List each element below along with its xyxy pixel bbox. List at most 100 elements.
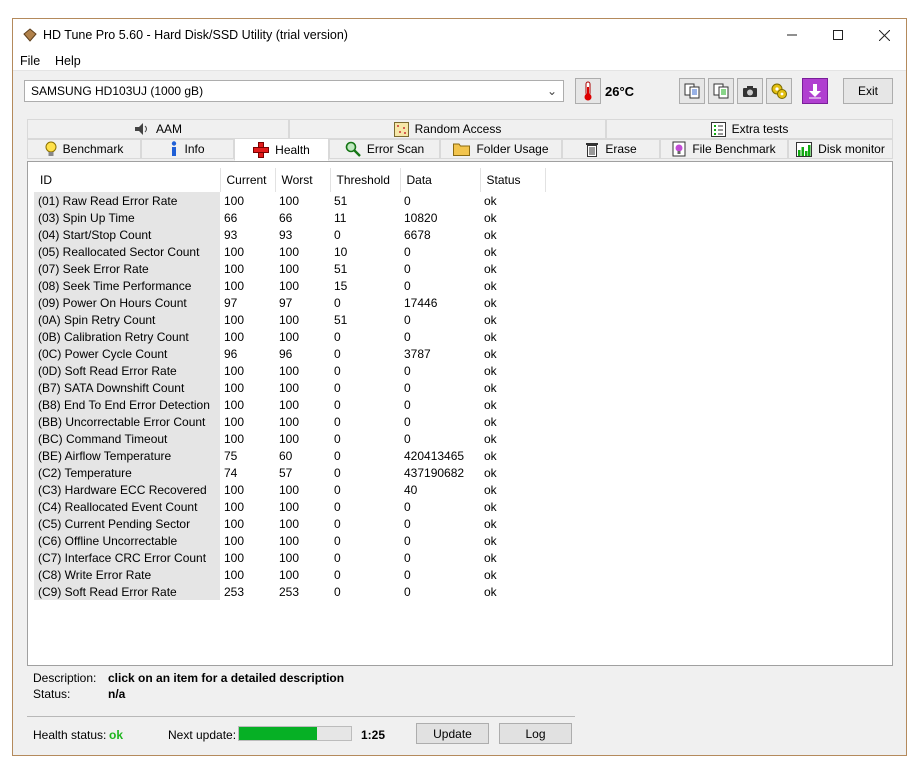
exit-button[interactable]: Exit [843,78,893,104]
copy-icon [684,83,700,99]
table-row[interactable]: (C8) Write Error Rate 100 100 0 0 ok [34,566,545,583]
cell-current: 74 [224,465,238,480]
table-row[interactable]: (C6) Offline Uncorrectable 100 100 0 0 ok [34,532,545,549]
cell-current: 66 [224,210,238,225]
tab-disk-monitor[interactable]: Disk monitor [788,139,893,159]
column-header-status[interactable]: Status [480,168,546,192]
gears-icon [771,83,787,99]
tab-extra-tests[interactable]: Extra tests [606,119,893,139]
cell-id: (09) Power On Hours Count [34,294,220,311]
app-icon [23,28,37,42]
table-row[interactable]: (05) Reallocated Sector Count 100 100 10 0 ok [34,243,545,260]
table-row[interactable]: (09) Power On Hours Count 97 97 0 17446 ok [34,294,545,311]
menu-file[interactable]: File [20,54,40,68]
title-bar[interactable]: HD Tune Pro 5.60 - Hard Disk/SSD Utility… [13,19,906,51]
tab-file-benchmark[interactable]: File Benchmark [660,139,788,159]
smart-table[interactable]: ID Current Worst Threshold Data Status (… [34,168,546,600]
column-header-data[interactable]: Data [400,168,481,192]
column-header-current[interactable]: Current [220,168,276,192]
column-header-threshold[interactable]: Threshold [330,168,401,192]
table-row[interactable]: (08) Seek Time Performance 100 100 15 0 ok [34,277,545,294]
cell-threshold: 51 [334,312,348,327]
table-row[interactable]: (07) Seek Error Rate 100 100 51 0 ok [34,260,545,277]
menu-help[interactable]: Help [55,54,81,68]
cell-status: ok [484,516,497,531]
table-row[interactable]: (C2) Temperature 74 57 0 437190682 ok [34,464,545,481]
drive-dropdown-value: SAMSUNG HD103UJ (1000 gB) [31,84,204,98]
bulb-icon [45,141,57,156]
cell-current: 100 [224,312,245,327]
cell-worst: 100 [279,312,300,327]
toolbar: SAMSUNG HD103UJ (1000 gB) ⌄ 26°C Exit [13,72,906,112]
cell-data: 0 [404,550,411,565]
cell-id: (03) Spin Up Time [34,209,220,226]
close-button[interactable] [861,19,907,51]
table-row[interactable]: (C4) Reallocated Event Count 100 100 0 0 ok [34,498,545,515]
column-header-id[interactable]: ID [34,168,221,192]
table-row[interactable]: (BE) Airflow Temperature 75 60 0 420413465 ok [34,447,545,464]
copy-info-button[interactable] [679,78,705,104]
tab-benchmark[interactable]: Benchmark [27,139,141,159]
table-header-row: ID Current Worst Threshold Data Status [34,168,546,192]
table-row[interactable]: (0A) Spin Retry Count 100 100 51 0 ok [34,311,545,328]
tab-erase[interactable]: Erase [562,139,660,159]
cell-data: 0 [404,193,411,208]
save-button[interactable] [802,78,828,104]
cell-id: (0A) Spin Retry Count [34,311,220,328]
table-row[interactable]: (C3) Hardware ECC Recovered 100 100 0 40 ok [34,481,545,498]
table-row[interactable]: (C9) Soft Read Error Rate 253 253 0 0 ok [34,583,545,600]
tab-error-scan[interactable]: Error Scan [329,139,440,159]
minimize-button[interactable] [769,19,815,51]
log-button[interactable]: Log [499,723,572,744]
update-button[interactable]: Update [416,723,489,744]
cell-id: (04) Start/Stop Count [34,226,220,243]
cell-id: (07) Seek Error Rate [34,260,220,277]
cell-id: (C8) Write Error Rate [34,566,220,583]
cell-data: 3787 [404,346,431,361]
table-row[interactable]: (01) Raw Read Error Rate 100 100 51 0 ok [34,192,545,209]
table-row[interactable]: (B7) SATA Downshift Count 100 100 0 0 ok [34,379,545,396]
drive-dropdown[interactable]: SAMSUNG HD103UJ (1000 gB) ⌄ [24,80,564,102]
cell-current: 96 [224,346,238,361]
cell-status: ok [484,482,497,497]
cell-status: ok [484,550,497,565]
tab-info[interactable]: Info [141,139,234,159]
table-row[interactable]: (0C) Power Cycle Count 96 96 0 3787 ok [34,345,545,362]
column-header-worst[interactable]: Worst [275,168,331,192]
table-row[interactable]: (B8) End To End Error Detection 100 100 0 0 o… [34,396,545,413]
cell-status: ok [484,329,497,344]
table-row[interactable]: (0B) Calibration Retry Count 100 100 0 0 ok [34,328,545,345]
cell-status: ok [484,533,497,548]
temperature-readout: 26°C [605,84,635,99]
maximize-button[interactable] [815,19,861,51]
table-row[interactable]: (BB) Uncorrectable Error Count 100 100 0 0 ok [34,413,545,430]
cell-status: ok [484,414,497,429]
table-row[interactable]: (C5) Current Pending Sector 100 100 0 0 ok [34,515,545,532]
tab-aam[interactable]: AAM [27,119,289,139]
copy-all-button[interactable] [708,78,734,104]
health-panel: ID Current Worst Threshold Data Status (… [27,161,893,666]
cell-id: (BC) Command Timeout [34,430,220,447]
cell-threshold: 0 [334,550,341,565]
health-cross-icon [253,141,270,158]
cell-worst: 100 [279,414,300,429]
cell-data: 0 [404,363,411,378]
table-row[interactable]: (0D) Soft Read Error Rate 100 100 0 0 ok [34,362,545,379]
table-row[interactable]: (C7) Interface CRC Error Count 100 100 0 0 ok [34,549,545,566]
cell-threshold: 10 [334,244,348,259]
thermometer-icon [584,81,592,101]
options-button[interactable] [766,78,792,104]
temperature-button[interactable] [575,78,601,104]
table-row[interactable]: (BC) Command Timeout 100 100 0 0 ok [34,430,545,447]
tab-folder-usage[interactable]: Folder Usage [440,139,562,159]
tab-random-access[interactable]: Random Access [289,119,606,139]
screenshot-button[interactable] [737,78,763,104]
cell-data: 40 [404,482,418,497]
tab-health[interactable]: Health [234,138,329,161]
cell-current: 100 [224,499,245,514]
cell-data: 0 [404,380,411,395]
table-row[interactable]: (04) Start/Stop Count 93 93 0 6678 ok [34,226,545,243]
table-row[interactable]: (03) Spin Up Time 66 66 11 10820 ok [34,209,545,226]
cell-status: ok [484,431,497,446]
cell-worst: 100 [279,431,300,446]
